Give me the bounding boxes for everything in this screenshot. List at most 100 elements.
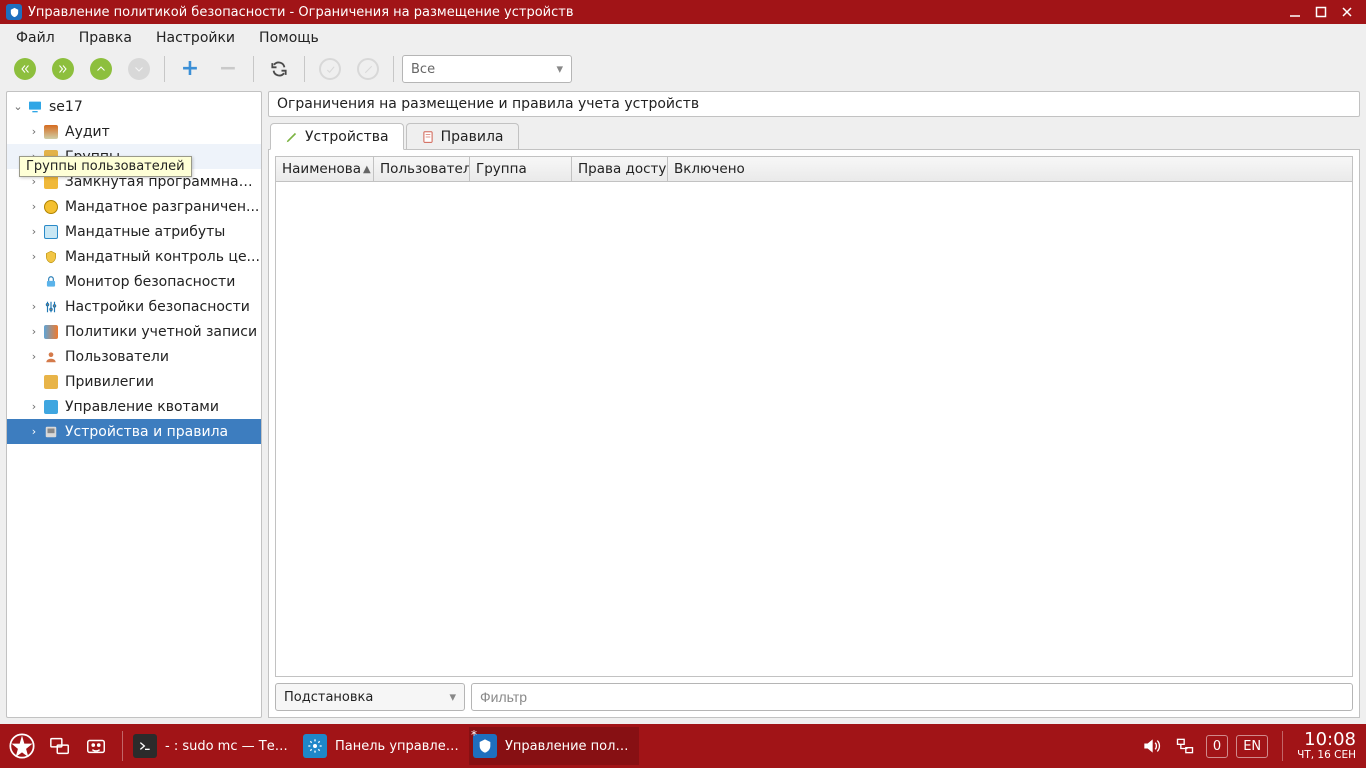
col-enabled[interactable]: Включено	[668, 157, 1352, 181]
tree-item-account-policies[interactable]: › Политики учетной записи	[7, 319, 261, 344]
col-name[interactable]: Наименова ▲	[276, 157, 374, 181]
task-security-app[interactable]: * Управление поли...	[469, 727, 639, 765]
col-label: Пользовател	[380, 161, 470, 177]
expand-icon[interactable]: ›	[27, 350, 41, 364]
tree-item-users[interactable]: › Пользователи	[7, 344, 261, 369]
apply-button	[313, 55, 347, 83]
nav-tree[interactable]: ⌄ se17 › Аудит › Группы ›	[7, 94, 261, 444]
tree-tooltip: Группы пользователей	[19, 156, 192, 177]
notification-count[interactable]: 0	[1206, 735, 1228, 758]
audit-icon	[43, 124, 59, 140]
taskbar: - : sudo mc — Тер... Панель управлен... …	[0, 724, 1366, 768]
task-label: Панель управлен...	[335, 739, 459, 754]
pencil-icon	[285, 130, 299, 144]
menu-bar: Файл Правка Настройки Помощь	[0, 24, 1366, 51]
tree-item-mac[interactable]: › Мандатное разграничен...	[7, 194, 261, 219]
devices-table[interactable]: Наименова ▲ Пользовател Группа Права дос…	[275, 156, 1353, 677]
col-group[interactable]: Группа	[470, 157, 572, 181]
toolbar-separator	[253, 56, 254, 82]
col-label: Группа	[476, 161, 527, 177]
quicklaunch-desktops[interactable]	[44, 730, 76, 762]
window-maximize-button[interactable]	[1308, 0, 1334, 24]
tree-item-mand-attrs[interactable]: › Мандатные атрибуты	[7, 219, 261, 244]
sort-asc-icon: ▲	[363, 164, 371, 175]
tree-root-node[interactable]: ⌄ se17	[7, 94, 261, 119]
col-label: Включено	[674, 161, 745, 177]
network-icon[interactable]	[1172, 733, 1198, 759]
toolbar-filter-combo[interactable]: Все ▾	[402, 55, 572, 83]
refresh-button[interactable]	[262, 55, 296, 83]
tray-clock[interactable]: 10:08 ЧТ, 16 СЕН	[1297, 730, 1356, 761]
tree-item-audit[interactable]: › Аудит	[7, 119, 261, 144]
check-circle-icon	[319, 58, 341, 80]
task-label: - : sudo mc — Тер...	[165, 739, 289, 754]
menu-settings[interactable]: Настройки	[144, 27, 247, 49]
nav-down-button	[122, 55, 156, 83]
tree-item-devices-rules[interactable]: › Устройства и правила	[7, 419, 261, 444]
tree-item-monitor[interactable]: › Монитор безопасности	[7, 269, 261, 294]
quota-icon	[43, 399, 59, 415]
privileges-icon	[43, 374, 59, 390]
tree-item-label: Мандатный контроль це...	[65, 249, 260, 265]
nav-forward-all-button[interactable]	[46, 55, 80, 83]
tree-item-label: Управление квотами	[65, 399, 219, 415]
tab-rules[interactable]: Правила	[406, 123, 519, 149]
toolbar-separator	[164, 56, 165, 82]
tree-item-label: Политики учетной записи	[65, 324, 257, 340]
task-control-panel[interactable]: Панель управлен...	[299, 727, 469, 765]
tree-item-label: Настройки безопасности	[65, 299, 250, 315]
terminal-icon	[133, 734, 157, 758]
col-access[interactable]: Права досту	[572, 157, 668, 181]
add-button[interactable]: +	[173, 55, 207, 83]
col-user[interactable]: Пользовател	[374, 157, 470, 181]
sliders-icon	[43, 299, 59, 315]
minus-icon: −	[219, 58, 237, 80]
substitution-combo[interactable]: Подстановка ▾	[275, 683, 465, 711]
expand-icon[interactable]: ›	[27, 425, 41, 439]
document-icon	[421, 130, 435, 144]
users-icon	[43, 349, 59, 365]
expand-icon[interactable]: ›	[27, 200, 41, 214]
menu-file[interactable]: Файл	[4, 27, 67, 49]
window-titlebar: Управление политикой безопасности - Огра…	[0, 0, 1366, 24]
clock-time: 10:08	[1297, 730, 1356, 750]
tree-item-privileges[interactable]: › Привилегии	[7, 369, 261, 394]
col-label: Права досту	[578, 161, 666, 177]
window-minimize-button[interactable]	[1282, 0, 1308, 24]
collapse-icon[interactable]: ⌄	[11, 100, 25, 114]
tab-devices[interactable]: Устройства	[270, 123, 404, 150]
tree-item-sec-settings[interactable]: › Настройки безопасности	[7, 294, 261, 319]
keyboard-layout[interactable]: EN	[1236, 735, 1268, 758]
filter-input[interactable]	[471, 683, 1353, 711]
task-terminal[interactable]: - : sudo mc — Тер...	[129, 727, 299, 765]
expand-icon[interactable]: ›	[27, 250, 41, 264]
expand-icon[interactable]: ›	[27, 325, 41, 339]
menu-help[interactable]: Помощь	[247, 27, 331, 49]
tree-item-label: Аудит	[65, 124, 110, 140]
chevron-down-icon: ▾	[449, 690, 456, 705]
expand-icon[interactable]: ›	[27, 225, 41, 239]
substitution-value: Подстановка	[284, 690, 373, 705]
tree-item-quotas[interactable]: › Управление квотами	[7, 394, 261, 419]
quicklaunch-files[interactable]	[80, 730, 112, 762]
remove-button: −	[211, 55, 245, 83]
nav-up-button[interactable]	[84, 55, 118, 83]
tree-root-label: se17	[49, 99, 83, 115]
main-pane: Ограничения на размещение и правила учет…	[268, 91, 1360, 718]
start-button[interactable]	[0, 724, 44, 768]
volume-icon[interactable]	[1138, 733, 1164, 759]
expand-icon[interactable]: ›	[27, 125, 41, 139]
window-close-button[interactable]	[1334, 0, 1360, 24]
nav-back-all-button[interactable]	[8, 55, 42, 83]
shield-icon	[43, 249, 59, 265]
cancel-circle-icon	[357, 58, 379, 80]
chevron-down-icon	[128, 58, 150, 80]
menu-edit[interactable]: Правка	[67, 27, 144, 49]
toolbar-filter-value: Все	[411, 62, 435, 77]
expand-icon[interactable]: ›	[27, 400, 41, 414]
expand-icon[interactable]: ›	[27, 300, 41, 314]
tree-item-label: Мандатные атрибуты	[65, 224, 225, 240]
lock-icon	[43, 274, 59, 290]
tree-item-label: Мандатное разграничен...	[65, 199, 259, 215]
tree-item-mcontrol[interactable]: › Мандатный контроль це...	[7, 244, 261, 269]
